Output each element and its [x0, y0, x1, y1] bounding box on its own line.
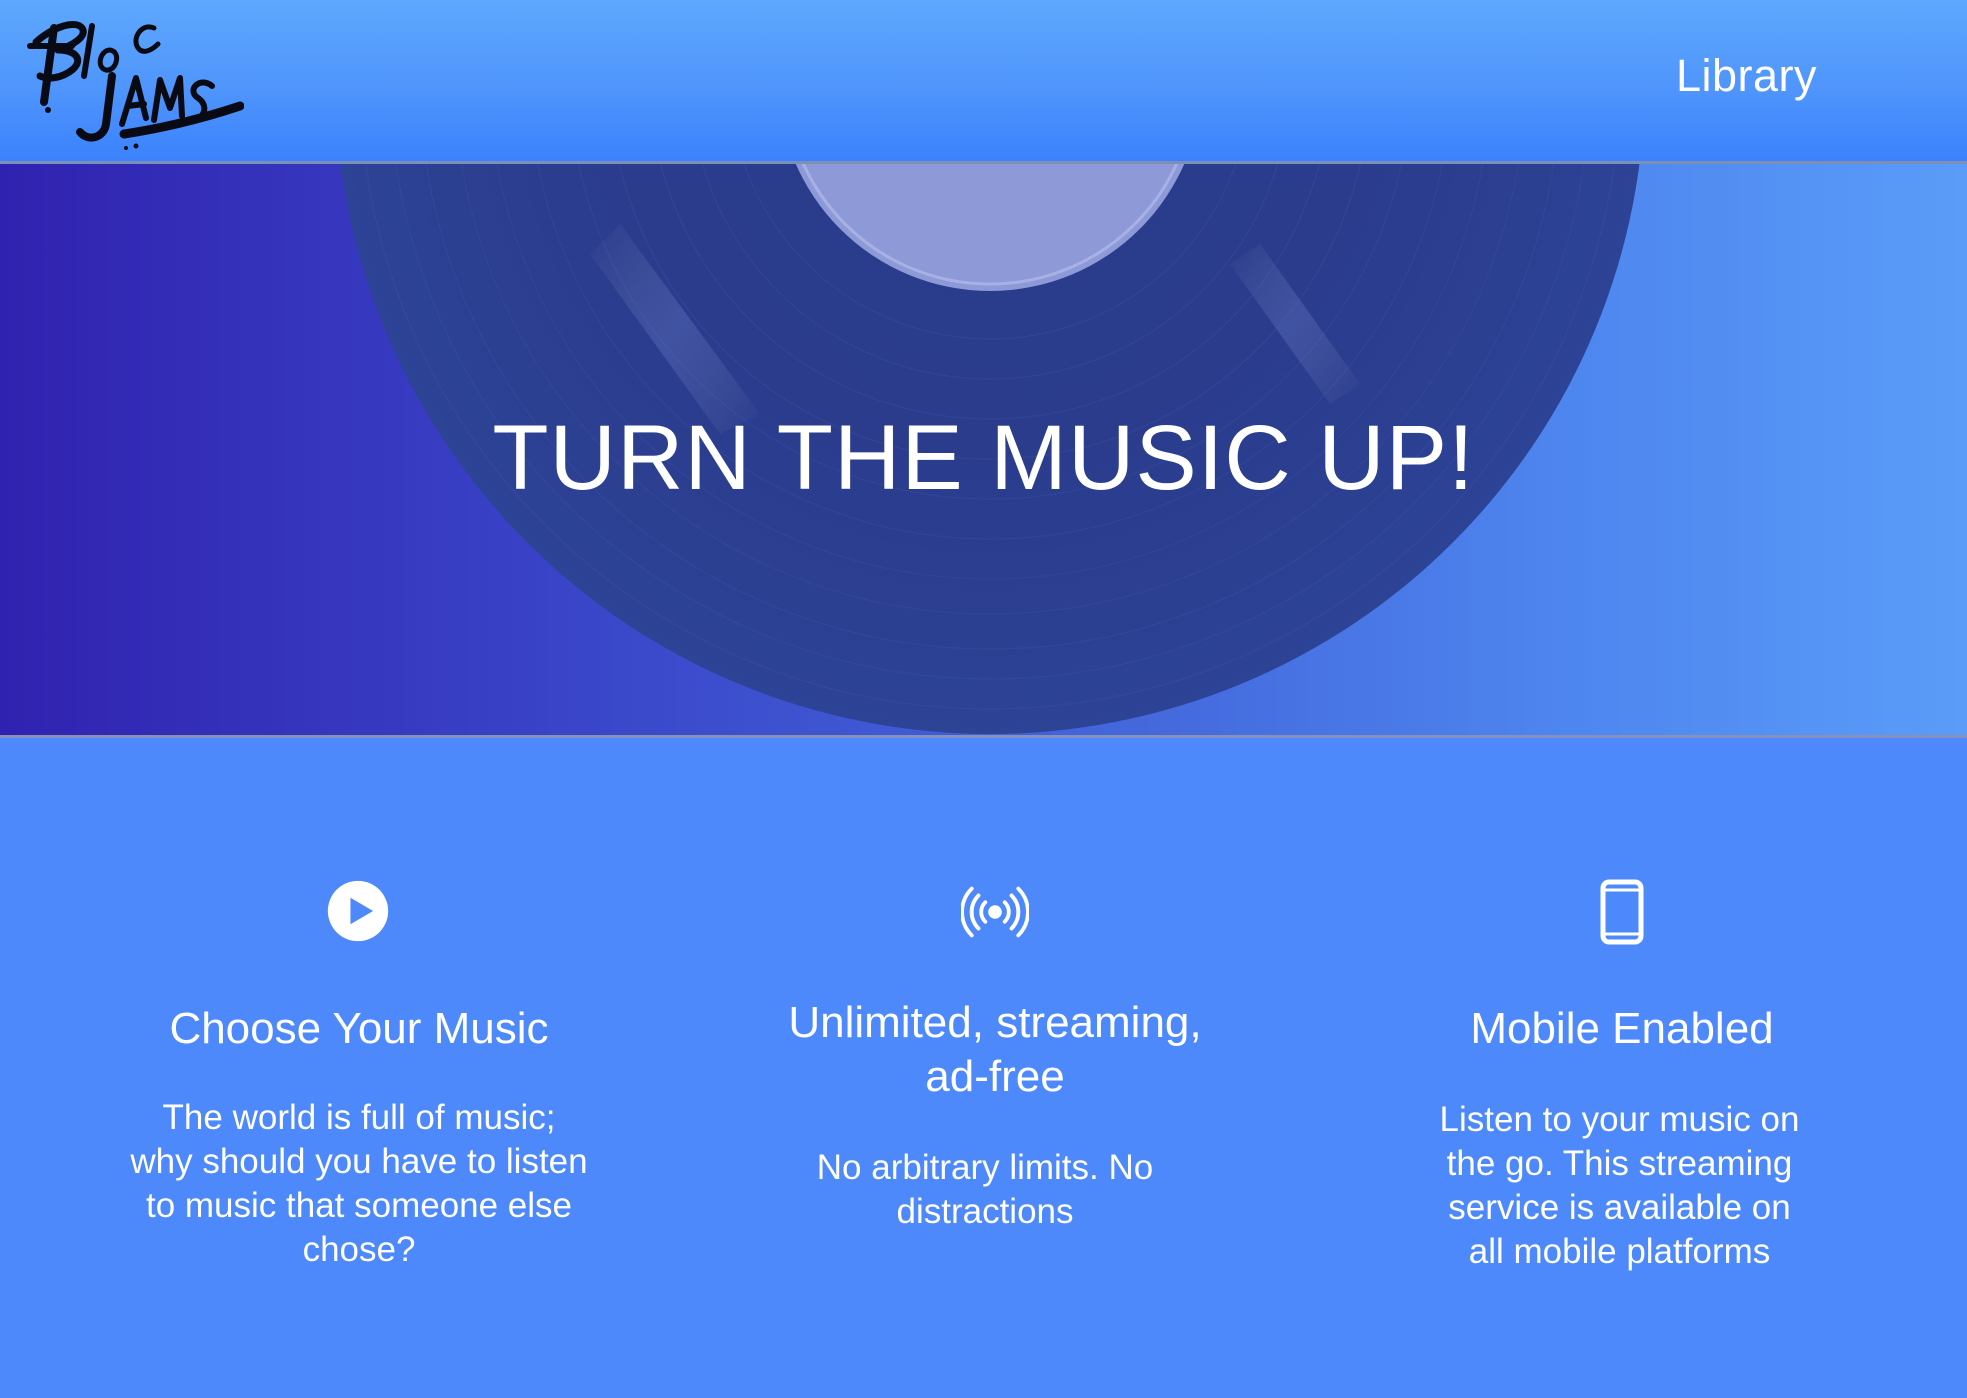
broadcast-icon: [961, 886, 1029, 938]
selling-point-title: Mobile Enabled: [1470, 1004, 1774, 1053]
hero-title: TURN THE MUSIC UP!: [492, 407, 1475, 509]
selling-points-section: Choose Your Music The world is full of m…: [0, 738, 1967, 1398]
play-circle-icon: [327, 880, 389, 942]
library-link[interactable]: Library: [1676, 50, 1817, 102]
selling-point-description: Listen to your music on the go. This str…: [1439, 1100, 1800, 1271]
selling-point-title: Unlimited, streaming, ad-free: [788, 998, 1202, 1101]
logo-link[interactable]: [14, 6, 245, 156]
phone-icon: [1600, 879, 1644, 945]
bloc-jams-logo: [27, 21, 245, 150]
selling-point-description: No arbitrary limits. No distractions: [816, 1148, 1154, 1231]
navbar: Library: [0, 0, 1967, 164]
selling-point-description: The world is full of music; why should y…: [130, 1098, 588, 1269]
selling-point-title: Choose Your Music: [169, 1004, 549, 1053]
hero-section: TURN THE MUSIC UP!: [0, 164, 1967, 738]
